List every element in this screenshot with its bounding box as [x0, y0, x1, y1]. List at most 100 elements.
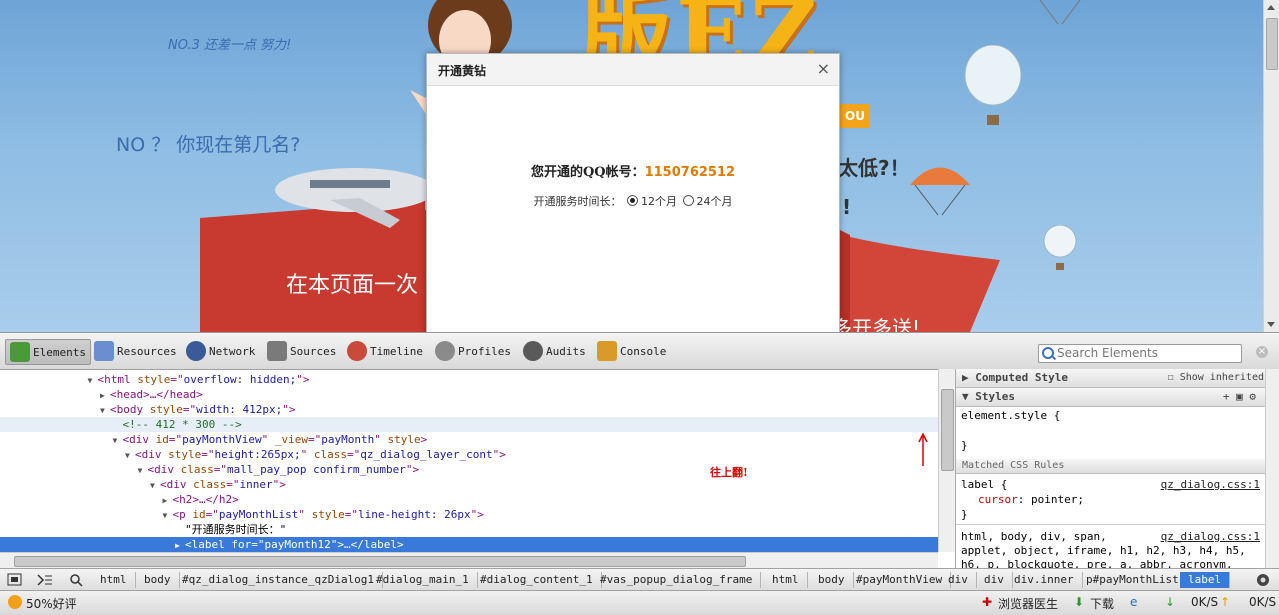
expand-triangle-icon[interactable]: ▼	[150, 478, 160, 493]
tab-profiles[interactable]: Profiles	[435, 339, 511, 363]
tab-label: Profiles	[458, 344, 511, 358]
search-elements-box[interactable]	[1038, 344, 1242, 363]
dom-tree-row[interactable]: ▶ <head>…</head>	[0, 387, 938, 402]
dom-token: "	[261, 433, 275, 446]
dom-token: "	[300, 448, 314, 461]
inspect-search-icon[interactable]	[66, 571, 86, 589]
option-12-months-label[interactable]: 12个月	[641, 195, 677, 208]
breadcrumb-item[interactable]: div	[940, 572, 977, 588]
dom-token: qz_dialog_layer_cont	[360, 448, 493, 461]
dom-token: ="	[346, 448, 361, 461]
expand-triangle-icon[interactable]: ▼	[125, 448, 135, 463]
dom-tree-row[interactable]: ▶ <label for="payMonth12">…</label>	[0, 537, 938, 552]
scroll-up-arrow-icon[interactable]	[1267, 5, 1275, 10]
rule-source-link[interactable]: qz_dialog.css:1	[1161, 530, 1260, 543]
dom-token: style	[168, 448, 202, 461]
clear-search-icon[interactable]: ×	[1256, 346, 1268, 358]
breadcrumb-item[interactable]: body	[136, 572, 180, 588]
expand-triangle-icon[interactable]: ▼	[100, 403, 110, 418]
dom-tree-row[interactable]: ▼ <div class="mall_pay_pop confirm_number…	[0, 462, 938, 477]
label-rule-selector[interactable]: label {	[961, 478, 1007, 491]
settings-gear-icon[interactable]	[1253, 571, 1273, 589]
dom-vertical-scrollbar[interactable]	[938, 369, 955, 552]
dom-token: id	[155, 433, 169, 446]
breadcrumb-item[interactable]: div.inner	[1006, 572, 1083, 588]
tab-audits[interactable]: Audits	[523, 339, 586, 363]
ie-icon[interactable]: e	[1130, 595, 1137, 609]
close-icon[interactable]: ×	[817, 59, 830, 78]
scroll-down-arrow-icon[interactable]	[1267, 322, 1275, 327]
breadcrumb-item[interactable]: #vas_popup_dialog_frame	[592, 572, 762, 588]
dom-horizontal-scrollbar[interactable]	[0, 552, 938, 569]
tab-network[interactable]: Network	[186, 339, 255, 363]
breadcrumb-item[interactable]: p#payMonthList	[1078, 572, 1188, 588]
option-24-months-label[interactable]: 24个月	[697, 195, 733, 208]
breadcrumb-item[interactable]: #payMonthView	[848, 572, 952, 588]
expand-triangle-icon[interactable]: ▶	[175, 538, 185, 552]
dom-tree-row[interactable]: "开通服务时间长："	[0, 522, 938, 537]
dom-token: <p	[172, 508, 193, 521]
styles-vertical-scrollbar[interactable]	[1265, 369, 1279, 568]
radio-12-months[interactable]	[627, 195, 638, 206]
dom-tree-row[interactable]: ▼ <html style="overflow: hidden;">	[0, 372, 938, 387]
reset-rule-selector-2[interactable]: applet, object, iframe, h1, h2, h3, h4, …	[961, 544, 1246, 557]
radio-24-months[interactable]	[682, 195, 694, 206]
reset-rule-selector-1[interactable]: html, body, div, span,	[961, 530, 1107, 543]
dom-tree-row[interactable]: ▼ <div id="payMonthView" _view="payMonth"…	[0, 432, 938, 447]
dom-token: id	[192, 508, 206, 521]
parachute-illustration	[910, 167, 970, 216]
dom-tree-row[interactable]: ▼ <div style="height:265px;" class="qz_di…	[0, 447, 938, 462]
tab-console[interactable]: Console	[597, 339, 666, 363]
dom-tree-row[interactable]: <!-- 412 * 300 -->	[0, 417, 938, 432]
page-vertical-scrollbar[interactable]	[1263, 0, 1279, 332]
styles-actions-icon[interactable]: + ▣ ⚙	[1223, 388, 1256, 406]
expand-triangle-icon[interactable]: ▼	[113, 433, 123, 448]
element-style-rule[interactable]: element.style {	[961, 409, 1060, 422]
browser-doctor-button[interactable]: 浏览器医生	[998, 595, 1058, 612]
dom-tree-row[interactable]: ▶ <h2>…</h2>	[0, 492, 938, 507]
computed-style-header[interactable]: ▶ Computed Style ☐ Show inherited	[956, 369, 1266, 388]
expand-triangle-icon[interactable]: ▼	[138, 463, 148, 478]
breadcrumb-item[interactable]: #qz_dialog_instance_qzDialog1	[174, 572, 384, 588]
account-number: 1150762512	[644, 165, 736, 180]
reset-rule-selector-3[interactable]: h6, p, blockquote, pre, a, abbr, acronym…	[961, 558, 1233, 568]
dock-icon[interactable]	[5, 571, 25, 589]
breadcrumb-item[interactable]: #dialog_content_1	[472, 572, 602, 588]
expand-triangle-icon[interactable]: ▼	[163, 508, 173, 523]
slogan-rank-question: NO ？ 你现在第几名?	[116, 134, 301, 156]
dom-token: payMonthList	[218, 508, 299, 521]
breadcrumb-item[interactable]: label	[1180, 572, 1231, 588]
dom-tree-row[interactable]: ▼ <body style="width: 412px;">	[0, 402, 938, 417]
search-elements-input[interactable]	[1057, 346, 1237, 360]
expand-triangle-icon[interactable]: ▶	[100, 388, 110, 403]
breadcrumb-item[interactable]: #dialog_main_1	[368, 572, 478, 588]
tab-elements[interactable]: Elements	[5, 339, 91, 365]
show-inherited-toggle[interactable]: ☐ Show inherited	[1168, 369, 1264, 387]
dom-token: _view	[274, 433, 308, 446]
breadcrumb-item[interactable]: html	[764, 572, 808, 588]
rating-text[interactable]: 50%好评	[26, 595, 77, 612]
styles-header[interactable]: ▼ Styles + ▣ ⚙	[956, 388, 1266, 407]
tab-timeline[interactable]: Timeline	[347, 339, 423, 363]
expand-triangle-icon[interactable]: ▶	[163, 493, 173, 508]
badge-label: OU	[840, 104, 870, 128]
scrollbar-thumb[interactable]	[14, 556, 746, 567]
dom-token: line-height: 26px	[357, 508, 471, 521]
scrollbar-thumb[interactable]	[1266, 18, 1278, 70]
breadcrumb-item[interactable]: body	[810, 572, 854, 588]
label-rule-declaration[interactable]: cursor: pointer;	[978, 493, 1084, 506]
tab-resources[interactable]: Resources	[94, 339, 177, 363]
console-drawer-icon[interactable]	[35, 571, 55, 589]
rule-source-link[interactable]: qz_dialog.css:1	[1161, 478, 1260, 491]
dom-token: ="	[226, 478, 240, 491]
breadcrumb-item[interactable]: html	[92, 572, 136, 588]
dom-tree-row[interactable]: ▼ <div class="inner">	[0, 477, 938, 492]
dom-tree-row[interactable]: ▼ <p id="payMonthList" style="line-height…	[0, 507, 938, 522]
download-button[interactable]: 下载	[1090, 595, 1114, 612]
tab-label: Console	[620, 344, 667, 358]
dom-tree[interactable]: ▼ <html style="overflow: hidden;"> ▶ <head>…	[0, 369, 938, 552]
tab-sources[interactable]: Sources	[267, 339, 336, 363]
scrollbar-thumb[interactable]	[941, 389, 954, 471]
tab-label: Network	[209, 344, 256, 358]
expand-triangle-icon[interactable]: ▼	[88, 373, 98, 388]
